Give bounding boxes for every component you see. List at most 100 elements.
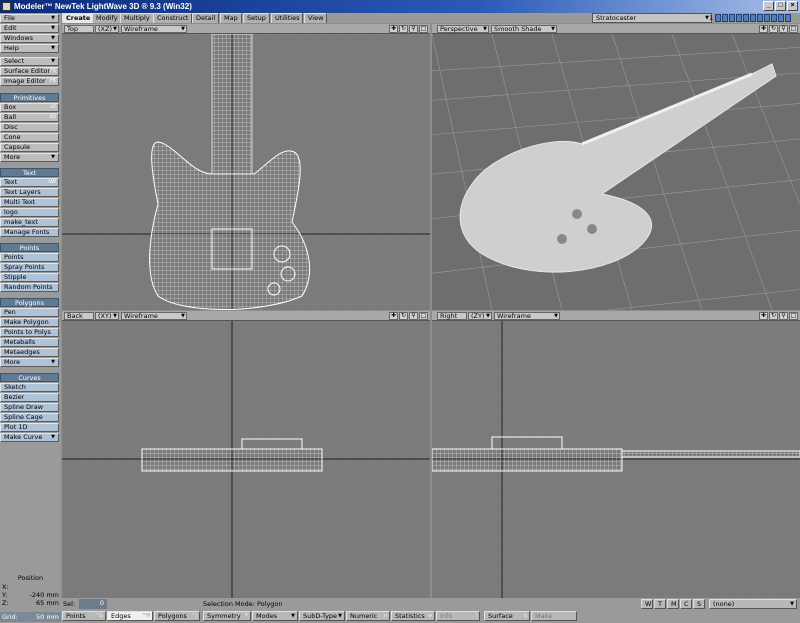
view-type-select[interactable]: Perspective [437,25,489,33]
view-type-select[interactable]: Right [437,312,467,320]
layer-button[interactable] [715,14,721,22]
close-button[interactable]: × [787,1,798,11]
maximize-viewport-icon[interactable]: □ [419,25,428,33]
wtmcs-t-button[interactable]: T [654,599,666,609]
zoom-icon[interactable]: ⚲ [779,25,788,33]
pen-tool-button[interactable]: Pen [0,308,59,317]
layer-buttons[interactable] [715,14,791,22]
layer-button[interactable] [778,14,784,22]
select-dropdown[interactable]: Select [0,57,59,66]
layer-button[interactable] [785,14,791,22]
numeric-button[interactable]: Numeric n [346,611,390,621]
view-axes-select[interactable]: (ZY) [468,312,492,320]
manage-fonts-button[interactable]: Manage Fonts [0,228,59,237]
minimize-button[interactable]: _ [763,1,774,11]
polygons-more-button[interactable]: More [0,358,59,367]
layer-button[interactable] [750,14,756,22]
box-tool-button[interactable]: Box sX [0,103,59,112]
menu-edit[interactable]: Edit [0,24,59,33]
rotate-view-icon[interactable]: ↻ [769,25,778,33]
menu-help[interactable]: Help [0,44,59,53]
view-type-select[interactable]: Top [64,25,94,33]
rotate-view-icon[interactable]: ↻ [399,312,408,320]
viewport-right[interactable]: Right (ZY) Wireframe ✚↻⚲□ [432,311,800,598]
points-to-polys-button[interactable]: Points to Polys [0,328,59,337]
rotate-view-icon[interactable]: ↻ [769,312,778,320]
capsule-tool-button[interactable]: Capsule [0,143,59,152]
wtmcs-s-button[interactable]: S [693,599,705,609]
layer-button[interactable] [722,14,728,22]
viewport-perspective[interactable]: Perspective Smooth Shade ✚↻⚲□ [432,24,800,310]
logo-button[interactable]: logo [0,208,59,217]
tab-multiply[interactable]: Multiply [120,13,154,23]
view-axes-select[interactable]: (XY) [95,312,119,320]
primitives-more-button[interactable]: More [0,153,59,162]
move-view-icon[interactable]: ✚ [389,312,398,320]
make-text-button[interactable]: make_text [0,218,59,227]
wtmcs-m-button[interactable]: M [667,599,679,609]
render-mode-select[interactable]: Wireframe [121,312,187,320]
maximize-viewport-icon[interactable]: □ [419,312,428,320]
move-view-icon[interactable]: ✚ [759,312,768,320]
random-points-button[interactable]: Random Points [0,283,59,292]
maximize-button[interactable]: □ [775,1,786,11]
viewport-back[interactable]: Back (XY) Wireframe ✚↻⚲□ [62,311,430,598]
tab-view[interactable]: View [304,13,328,23]
layer-button[interactable] [729,14,735,22]
render-mode-select[interactable]: Smooth Shade [491,25,557,33]
cone-tool-button[interactable]: Cone [0,133,59,142]
subd-type-dropdown[interactable]: SubD-Type [299,611,345,621]
layer-button[interactable] [736,14,742,22]
tab-modify[interactable]: Modify [92,13,122,23]
make-button[interactable]: Make [531,611,577,621]
bezier-button[interactable]: Bezier [0,393,59,402]
move-view-icon[interactable]: ✚ [389,25,398,33]
tab-construct[interactable]: Construct [153,13,193,23]
rotate-view-icon[interactable]: ↻ [399,25,408,33]
disc-tool-button[interactable]: Disc [0,123,59,132]
multi-text-button[interactable]: Multi Text [0,198,59,207]
modes-dropdown[interactable]: Modes [252,611,298,621]
zoom-icon[interactable]: ⚲ [409,25,418,33]
wtmcs-c-button[interactable]: C [680,599,692,609]
surface-editor-button[interactable]: Surface Editor F5 [0,67,59,76]
tab-utilities[interactable]: Utilities [271,13,304,23]
polygons-mode-button[interactable]: Polygons ^J [154,611,200,621]
spray-points-button[interactable]: Spray Points [0,263,59,272]
menu-file[interactable]: File [0,14,59,23]
metaedges-button[interactable]: Metaedges [0,348,59,357]
sketch-button[interactable]: Sketch [0,383,59,392]
maximize-viewport-icon[interactable]: □ [789,312,798,320]
object-selector[interactable]: Stratocaster ▼ [592,13,712,23]
info-button[interactable]: Info i [436,611,480,621]
zoom-icon[interactable]: ⚲ [409,312,418,320]
ball-tool-button[interactable]: Ball sO [0,113,59,122]
text-layers-button[interactable]: Text Layers [0,188,59,197]
make-curve-button[interactable]: Make Curve [0,433,59,442]
move-view-icon[interactable]: ✚ [759,25,768,33]
stipple-button[interactable]: Stipple [0,273,59,282]
surface-select[interactable]: (none) [709,599,797,609]
maximize-viewport-icon[interactable]: □ [789,25,798,33]
text-tool-button[interactable]: Text sW [0,178,59,187]
tab-detail[interactable]: Detail [192,13,220,23]
spline-cage-button[interactable]: Spline Cage [0,413,59,422]
plot-1d-button[interactable]: Plot 1D [0,423,59,432]
tab-map[interactable]: Map [220,13,242,23]
spline-draw-button[interactable]: Spline Draw [0,403,59,412]
render-mode-select[interactable]: Wireframe [494,312,560,320]
points-mode-button[interactable]: Points ^G [62,611,106,621]
menu-windows[interactable]: Windows [0,34,59,43]
zoom-icon[interactable]: ⚲ [779,312,788,320]
edges-mode-button[interactable]: Edges ^H [107,611,153,621]
surface-button[interactable]: Surface q [484,611,530,621]
view-axes-select[interactable]: (XZ) [95,25,119,33]
render-mode-select[interactable]: Wireframe [121,25,187,33]
points-tool-button[interactable]: Points [0,253,59,262]
viewport-top[interactable]: Top (XZ) Wireframe ✚↻⚲□ [62,24,430,310]
wtmcs-w-button[interactable]: W [641,599,653,609]
metaballs-button[interactable]: Metaballs [0,338,59,347]
image-editor-button[interactable]: Image Editor F6 [0,77,59,86]
view-type-select[interactable]: Back [64,312,94,320]
layer-button[interactable] [771,14,777,22]
